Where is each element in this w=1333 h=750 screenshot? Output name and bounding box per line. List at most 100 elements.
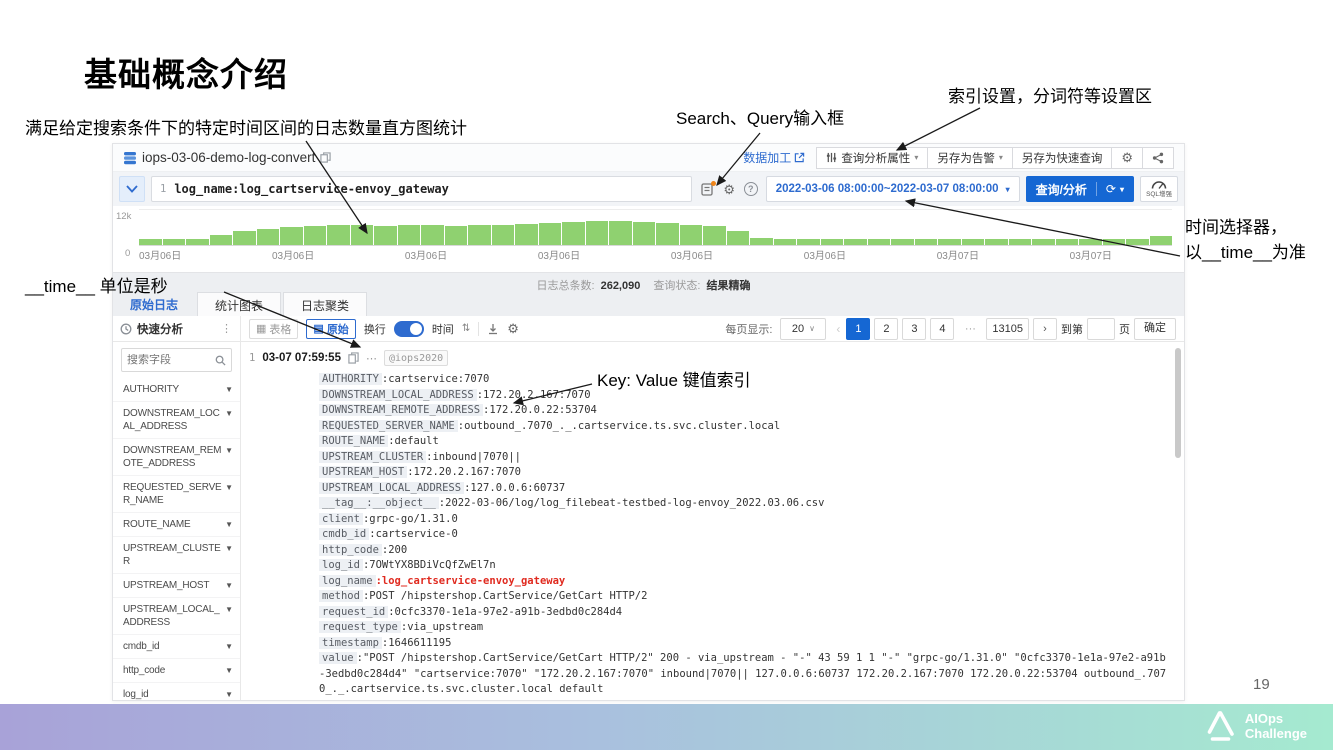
histogram-bar[interactable] [539, 223, 562, 245]
histogram-bar[interactable] [915, 239, 938, 245]
log-field-value[interactable]: 172.20.2.167:7070 [477, 389, 591, 401]
chevron-down-icon[interactable]: ▼ [225, 483, 233, 492]
wrap-toggle[interactable] [394, 321, 424, 337]
log-field-key[interactable]: ROUTE_NAME [319, 435, 388, 447]
log-field-value[interactable]: 172.20.0.22:53704 [483, 404, 597, 416]
histogram-bar[interactable] [750, 238, 773, 245]
log-field-value[interactable]: "POST /hipstershop.CartService/GetCart H… [319, 652, 1166, 695]
histogram-bar[interactable] [1009, 239, 1032, 245]
log-field[interactable]: __tag__:__object__2022-03-06/log/log_fil… [319, 496, 1170, 512]
refresh-icon[interactable]: ⟳ [1106, 182, 1116, 196]
histogram-bar[interactable] [1103, 239, 1126, 245]
download-icon[interactable] [487, 323, 499, 335]
log-field-key[interactable]: UPSTREAM_CLUSTER [319, 451, 426, 463]
result-tab[interactable]: 日志聚类 [283, 292, 367, 317]
histogram-bar[interactable] [374, 226, 397, 245]
table-view-button[interactable]: ▦ 表格 [249, 319, 298, 339]
histogram-bar[interactable] [257, 229, 280, 245]
quick-analysis-icon[interactable] [120, 323, 132, 335]
log-field-value[interactable]: 0cfc3370-1e1a-97e2-a91b-3edbd0c284d4 [388, 606, 622, 618]
page-button[interactable]: ··· [958, 318, 982, 340]
histogram-bar[interactable] [797, 239, 820, 245]
log-field-key[interactable]: request_type [319, 621, 401, 633]
log-field[interactable]: clientgrpc-go/1.31.0 [319, 512, 1170, 528]
chevron-down-icon[interactable]: ▼ [225, 666, 233, 675]
sidebar-field-row[interactable]: REQUESTED_SERVER_NAME ▼ [113, 476, 240, 513]
histogram-bar[interactable] [821, 239, 844, 245]
log-field[interactable]: UPSTREAM_CLUSTERinbound|7070|| [319, 450, 1170, 466]
sidebar-field-row[interactable]: DOWNSTREAM_REMOTE_ADDRESS ▼ [113, 439, 240, 476]
goto-page-input[interactable] [1087, 318, 1115, 340]
histogram-bar[interactable] [1126, 239, 1149, 245]
log-field-key[interactable]: __tag__:__object__ [319, 497, 439, 509]
histogram-bar[interactable] [891, 239, 914, 245]
histogram-bar[interactable] [304, 226, 327, 245]
histogram-bar[interactable] [1032, 239, 1055, 245]
chevron-down-icon[interactable]: ▼ [225, 385, 233, 394]
log-field-value[interactable]: 200 [382, 544, 407, 556]
chevron-down-icon[interactable]: ▼ [225, 605, 233, 614]
log-field[interactable]: log_namelog_cartservice-envoy_gateway [319, 574, 1170, 590]
histogram-bar[interactable] [1079, 239, 1102, 245]
log-field[interactable]: cmdb_idcartservice-0 [319, 527, 1170, 543]
log-field[interactable]: DOWNSTREAM_REMOTE_ADDRESS172.20.0.22:537… [319, 403, 1170, 419]
log-field-value[interactable]: 127.0.0.6:60737 [464, 482, 565, 494]
histogram-bar[interactable] [774, 239, 797, 245]
log-field-value[interactable]: outbound_.7070_._.cartservice.ts.svc.clu… [458, 420, 780, 432]
log-field-value[interactable]: cartservice-0 [369, 528, 458, 540]
sql-enhance-button[interactable]: SQL增强 [1140, 176, 1178, 202]
log-field[interactable]: UPSTREAM_HOST172.20.2.167:7070 [319, 465, 1170, 481]
histogram-bar[interactable] [210, 235, 233, 246]
chevron-down-icon[interactable]: ▼ [225, 409, 233, 418]
histogram-bar[interactable] [492, 225, 515, 245]
confirm-button[interactable]: 确定 [1134, 318, 1176, 340]
log-field[interactable]: UPSTREAM_LOCAL_ADDRESS127.0.0.6:60737 [319, 481, 1170, 497]
log-field-value[interactable]: via_upstream [401, 621, 483, 633]
histogram-bar[interactable] [938, 239, 961, 245]
histogram-bar[interactable] [633, 222, 656, 245]
log-field-value[interactable]: inbound|7070|| [426, 451, 521, 463]
sidebar-field-row[interactable]: UPSTREAM_LOCAL_ADDRESS ▼ [113, 598, 240, 635]
log-field[interactable]: request_typevia_upstream [319, 620, 1170, 636]
prev-page-icon[interactable]: ‹ [834, 322, 842, 336]
log-field-key[interactable]: value [319, 652, 357, 664]
histogram-bar[interactable] [680, 225, 703, 245]
log-field-key[interactable]: log_name [319, 575, 376, 587]
histogram-bar[interactable] [186, 239, 209, 245]
log-field-key[interactable]: cmdb_id [319, 528, 369, 540]
chevron-down-icon[interactable]: ▼ [225, 690, 233, 699]
histogram-bar[interactable] [351, 225, 374, 245]
log-field[interactable]: ROUTE_NAMEdefault [319, 434, 1170, 450]
log-field-key[interactable]: method [319, 590, 363, 602]
log-field-value[interactable]: cartservice:7070 [382, 373, 489, 385]
per-page-select[interactable]: 20 ∨ [780, 318, 826, 340]
chevron-down-icon[interactable]: ▾ [1120, 185, 1124, 194]
log-field-key[interactable]: timestamp [319, 637, 382, 649]
histogram-bar[interactable] [398, 225, 421, 245]
scrollbar[interactable] [1175, 348, 1181, 458]
more-actions-icon[interactable]: ⋯ [366, 352, 377, 365]
chevron-down-icon[interactable]: ▼ [225, 520, 233, 529]
page-button[interactable]: 2 [874, 318, 898, 340]
log-field-value[interactable]: grpc-go/1.31.0 [363, 513, 458, 525]
sidebar-field-row[interactable]: log_id ▼ [113, 683, 240, 700]
histogram-bar[interactable] [868, 239, 891, 245]
log-field-key[interactable]: client [319, 513, 363, 525]
histogram-bar[interactable] [280, 227, 303, 245]
sidebar-field-row[interactable]: cmdb_id ▼ [113, 635, 240, 659]
help-icon[interactable]: ? [744, 182, 758, 196]
result-tab[interactable]: 统计图表 [197, 292, 281, 317]
share-button[interactable] [1142, 147, 1174, 169]
sidebar-field-row[interactable]: ROUTE_NAME ▼ [113, 513, 240, 537]
query-input[interactable] [174, 182, 682, 196]
page-button[interactable]: 13105 [986, 318, 1029, 340]
settings-button[interactable]: ⚙ [1111, 147, 1143, 169]
log-field[interactable]: value"POST /hipstershop.CartService/GetC… [319, 651, 1170, 698]
gear-icon[interactable]: ⚙ [507, 322, 519, 335]
log-field-key[interactable]: AUTHORITY [319, 373, 382, 385]
histogram-bar[interactable] [656, 223, 679, 245]
log-field-value[interactable]: POST /hipstershop.CartService/GetCart HT… [363, 590, 647, 602]
histogram-bar[interactable] [515, 224, 538, 245]
chevron-down-icon[interactable]: ▼ [225, 446, 233, 455]
save-as-quick-query-button[interactable]: 另存为快速查询 [1012, 147, 1113, 169]
